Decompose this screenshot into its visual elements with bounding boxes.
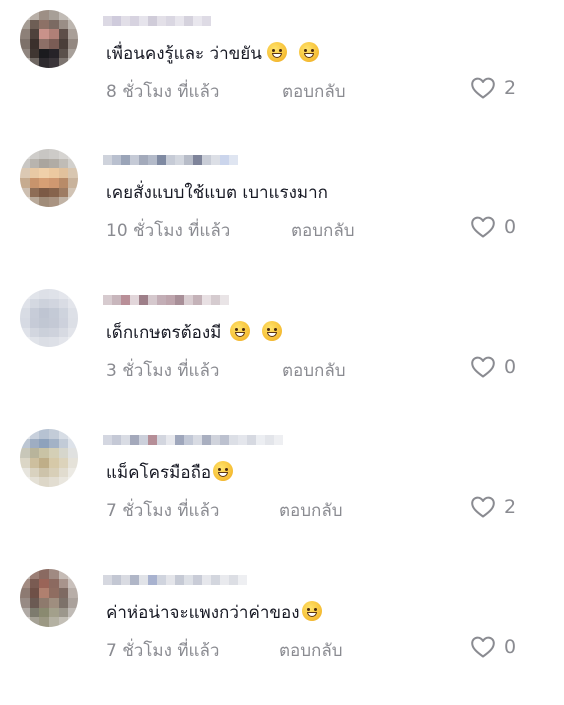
like-count: 2 xyxy=(504,496,517,518)
comment-item: เพื่อนคงรู้และ ว่าขยัน 8 ชั่วโมง ที่แล้ว… xyxy=(0,10,564,146)
like-count: 0 xyxy=(504,356,517,378)
comment-text-content: เพื่อนคงรู้และ ว่าขยัน xyxy=(106,44,262,64)
username-blurred[interactable] xyxy=(103,12,211,30)
comment-text-content: เด็กเกษตรต้องมี xyxy=(106,323,222,343)
comment-text: เพื่อนคงรู้และ ว่าขยัน xyxy=(106,42,319,66)
heart-outline-icon xyxy=(471,636,495,658)
reply-button[interactable]: ตอบกลับ xyxy=(279,497,343,524)
avatar[interactable] xyxy=(20,289,78,347)
comment-item: แม็คโครมือถือ 7 ชั่วโมง ที่แล้ว ตอบกลับ … xyxy=(0,429,564,565)
avatar[interactable] xyxy=(20,149,78,207)
heart-outline-icon xyxy=(471,77,495,99)
comment-text-content: แม็คโครมือถือ xyxy=(106,463,212,483)
comment-item: ค่าห่อน่าจะแพงกว่าค่าของ 7 ชั่วโมง ที่แล… xyxy=(0,569,564,705)
comment-timestamp: 7 ชั่วโมง ที่แล้ว xyxy=(106,641,220,661)
comment-item: เด็กเกษตรต้องมี 3 ชั่วโมง ที่แล้ว ตอบกลั… xyxy=(0,289,564,425)
avatar[interactable] xyxy=(20,429,78,487)
like-count: 2 xyxy=(504,77,517,99)
comment-text-content: ค่าห่อน่าจะแพงกว่าค่าของ xyxy=(106,603,300,623)
tears-of-joy-emoji xyxy=(301,601,322,621)
username-blurred[interactable] xyxy=(103,151,238,169)
comment-item: เคยสั่งแบบใช้แบต เบาแรงมาก 10 ชั่วโมง ที… xyxy=(0,149,564,285)
comment-timestamp: 7 ชั่วโมง ที่แล้ว xyxy=(106,501,220,521)
like-count: 0 xyxy=(504,636,517,658)
like-button[interactable]: 0 xyxy=(470,215,516,239)
comment-text: เคยสั่งแบบใช้แบต เบาแรงมาก xyxy=(106,181,328,205)
username-blurred[interactable] xyxy=(103,571,247,589)
reply-button[interactable]: ตอบกลับ xyxy=(279,637,343,664)
tears-of-joy-emoji xyxy=(213,461,234,481)
comment-timestamp: 3 ชั่วโมง ที่แล้ว xyxy=(106,361,220,381)
username-blurred[interactable] xyxy=(103,291,229,309)
like-button[interactable]: 2 xyxy=(470,495,516,519)
heart-outline-icon xyxy=(471,496,495,518)
reply-button[interactable]: ตอบกลับ xyxy=(282,357,346,384)
sweat-smile-emoji xyxy=(266,42,287,62)
reply-button[interactable]: ตอบกลับ xyxy=(291,217,355,244)
heart-outline-icon xyxy=(471,356,495,378)
comment-text: แม็คโครมือถือ xyxy=(106,461,234,485)
like-button[interactable]: 0 xyxy=(470,635,516,659)
avatar[interactable] xyxy=(20,569,78,627)
username-blurred[interactable] xyxy=(103,431,283,449)
like-count: 0 xyxy=(504,216,517,238)
comment-text: ค่าห่อน่าจะแพงกว่าค่าของ xyxy=(106,601,322,625)
heart-outline-icon xyxy=(471,216,495,238)
like-button[interactable]: 2 xyxy=(470,76,516,100)
grin-emoji xyxy=(262,321,283,341)
comment-text-content: เคยสั่งแบบใช้แบต เบาแรงมาก xyxy=(106,183,328,203)
comment-timestamp: 10 ชั่วโมง ที่แล้ว xyxy=(106,221,231,241)
avatar[interactable] xyxy=(20,10,78,68)
comment-timestamp: 8 ชั่วโมง ที่แล้ว xyxy=(106,82,220,102)
like-button[interactable]: 0 xyxy=(470,355,516,379)
comment-text: เด็กเกษตรต้องมี xyxy=(106,321,283,345)
reply-button[interactable]: ตอบกลับ xyxy=(282,78,346,105)
grin-emoji xyxy=(230,321,251,341)
sweat-smile-emoji xyxy=(298,42,319,62)
